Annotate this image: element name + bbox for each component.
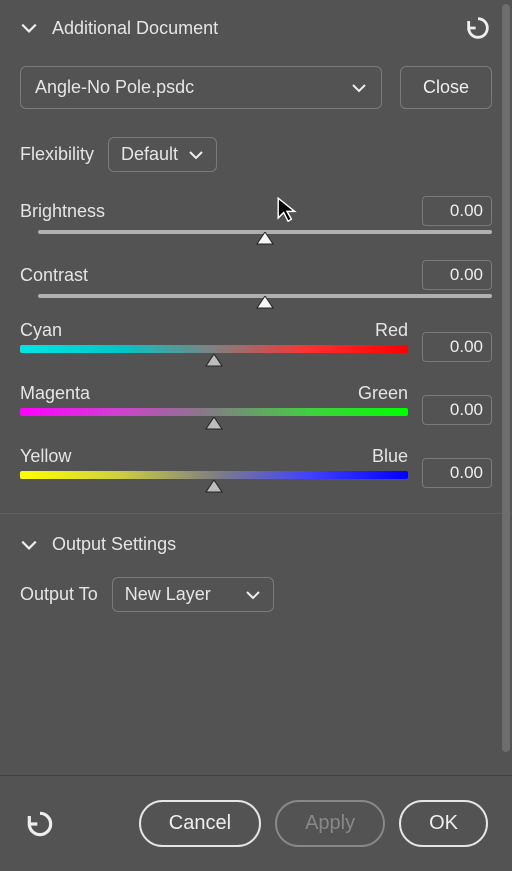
brightness-slider[interactable] [38, 230, 492, 234]
ok-button[interactable]: OK [399, 800, 488, 847]
green-label: Green [358, 383, 408, 404]
apply-button[interactable]: Apply [275, 800, 385, 847]
chevron-down-icon [245, 587, 261, 603]
slider-handle[interactable] [205, 480, 223, 496]
cyan-red-value[interactable]: 0.00 [422, 332, 492, 362]
brightness-label: Brightness [20, 201, 105, 222]
output-to-dropdown[interactable]: New Layer [112, 577, 274, 612]
section-title: Additional Document [52, 18, 218, 39]
blue-label: Blue [372, 446, 408, 467]
reset-icon[interactable] [24, 808, 56, 840]
yellow-blue-slider[interactable] [20, 471, 408, 479]
cyan-red-slider[interactable] [20, 345, 408, 353]
output-to-value: New Layer [125, 584, 211, 605]
output-to-label: Output To [20, 584, 98, 605]
close-button[interactable]: Close [400, 66, 492, 109]
chevron-down-icon [20, 19, 38, 37]
yellow-blue-value[interactable]: 0.00 [422, 458, 492, 488]
brightness-value[interactable]: 0.00 [422, 196, 492, 226]
scrollbar[interactable] [502, 4, 510, 752]
contrast-label: Contrast [20, 265, 88, 286]
reset-icon[interactable] [464, 14, 492, 42]
slider-handle[interactable] [256, 296, 274, 312]
document-dropdown-value: Angle-No Pole.psdc [35, 77, 194, 98]
yellow-label: Yellow [20, 446, 71, 467]
footer: Cancel Apply OK [0, 775, 512, 871]
cancel-button[interactable]: Cancel [139, 800, 261, 847]
slider-handle[interactable] [256, 232, 274, 248]
flexibility-value: Default [121, 144, 178, 165]
chevron-down-icon [351, 80, 367, 96]
red-label: Red [375, 320, 408, 341]
section-header-output-settings[interactable]: Output Settings [0, 514, 512, 569]
section-header-additional-document[interactable]: Additional Document [0, 0, 512, 56]
magenta-green-slider[interactable] [20, 408, 408, 416]
cyan-label: Cyan [20, 320, 62, 341]
contrast-value[interactable]: 0.00 [422, 260, 492, 290]
flexibility-label: Flexibility [20, 144, 94, 165]
magenta-green-value[interactable]: 0.00 [422, 395, 492, 425]
chevron-down-icon [20, 536, 38, 554]
document-dropdown[interactable]: Angle-No Pole.psdc [20, 66, 382, 109]
slider-handle[interactable] [205, 354, 223, 370]
chevron-down-icon [188, 147, 204, 163]
section-title: Output Settings [52, 534, 176, 555]
flexibility-dropdown[interactable]: Default [108, 137, 217, 172]
magenta-label: Magenta [20, 383, 90, 404]
contrast-slider[interactable] [38, 294, 492, 298]
slider-handle[interactable] [205, 417, 223, 433]
